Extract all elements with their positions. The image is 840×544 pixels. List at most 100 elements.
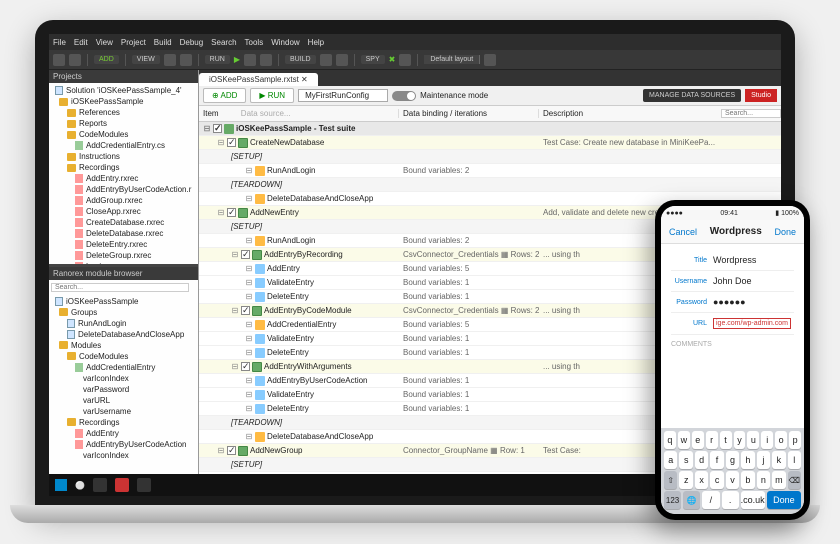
key-p[interactable]: p — [789, 431, 801, 449]
num-key[interactable]: 123 — [664, 491, 681, 509]
suite-add-button[interactable]: ⊕ ADD — [203, 88, 246, 103]
key-w[interactable]: w — [678, 431, 690, 449]
browser-tree[interactable]: iOSKeePassSampleGroupsRunAndLoginDeleteD… — [49, 294, 198, 475]
start-button[interactable] — [55, 479, 67, 491]
col-item[interactable]: Item — [203, 109, 219, 118]
st-row[interactable]: [TEARDOWN] — [199, 178, 781, 192]
recordings-node[interactable]: Recordings — [51, 417, 196, 428]
delete-key[interactable]: ⌫ — [788, 471, 801, 489]
view-icon[interactable] — [164, 54, 176, 66]
recording-file[interactable]: DeleteDatabase.rxrec — [51, 228, 196, 239]
grid-search[interactable] — [721, 109, 781, 118]
key-y[interactable]: y — [734, 431, 746, 449]
nav-fwd-icon[interactable] — [69, 54, 81, 66]
module-item[interactable]: AddEntry — [51, 428, 196, 439]
manage-data-sources-button[interactable]: MANAGE DATA SOURCES — [643, 89, 741, 102]
menu-debug[interactable]: Debug — [180, 38, 204, 47]
view-icon[interactable] — [180, 54, 192, 66]
menu-search[interactable]: Search — [211, 38, 236, 47]
recording-file[interactable]: AddEntry.rxrec — [51, 173, 196, 184]
cs-file[interactable]: AddCredentialEntry.cs — [51, 140, 196, 151]
key-t[interactable]: t — [720, 431, 732, 449]
menu-build[interactable]: Build — [154, 38, 172, 47]
checkbox[interactable] — [227, 208, 236, 217]
menu-help[interactable]: Help — [308, 38, 324, 47]
taskbar-app[interactable] — [137, 478, 151, 492]
codemodules-node[interactable]: CodeModules — [51, 351, 196, 362]
taskbar-app[interactable] — [93, 478, 107, 492]
key-c[interactable]: c — [710, 471, 723, 489]
solution-node[interactable]: Solution 'iOSKeePassSample_4' — [51, 85, 196, 96]
key-u[interactable]: u — [747, 431, 759, 449]
url-row[interactable]: URLige.com/wp-admin.com — [671, 313, 794, 335]
instructions-node[interactable]: Instructions — [51, 151, 196, 162]
key-x[interactable]: x — [695, 471, 708, 489]
key-j[interactable]: j — [757, 451, 770, 469]
recording-file[interactable]: CloseApp.rxrec — [51, 206, 196, 217]
form-row[interactable]: UsernameJohn Doe — [671, 271, 794, 292]
project-node[interactable]: iOSKeePassSample — [51, 96, 196, 107]
key-s[interactable]: s — [679, 451, 692, 469]
recording-file[interactable]: AddGroup.rxrec — [51, 195, 196, 206]
build-icon[interactable] — [336, 54, 348, 66]
spy-icon[interactable] — [399, 54, 411, 66]
checkbox[interactable] — [213, 124, 222, 133]
recording-file[interactable]: DeleteGroup.rxrec — [51, 250, 196, 261]
col-binding[interactable]: Data binding / iterations — [399, 109, 539, 118]
checkbox[interactable] — [241, 362, 250, 371]
st-row[interactable]: [SETUP] — [199, 150, 781, 164]
menu-file[interactable]: File — [53, 38, 66, 47]
menu-bar[interactable]: FileEditViewProjectBuildDebugSearchTools… — [49, 34, 781, 50]
menu-tools[interactable]: Tools — [245, 38, 264, 47]
key-a[interactable]: a — [664, 451, 677, 469]
menu-window[interactable]: Window — [271, 38, 299, 47]
checkbox[interactable] — [227, 138, 236, 147]
taskbar-app[interactable] — [115, 478, 129, 492]
key-d[interactable]: d — [695, 451, 708, 469]
key-o[interactable]: o — [775, 431, 787, 449]
module-item[interactable]: AddCredentialEntry — [51, 362, 196, 373]
browser-search[interactable] — [51, 283, 189, 292]
add-dropdown[interactable]: ADD — [94, 55, 119, 64]
view-dropdown[interactable]: VIEW — [132, 55, 160, 64]
shift-key[interactable]: ⇧ — [664, 471, 677, 489]
suite-row[interactable]: ⊟iOSKeePassSample - Test suite — [199, 122, 781, 136]
key-b[interactable]: b — [741, 471, 754, 489]
key-n[interactable]: n — [757, 471, 770, 489]
play-icon[interactable]: ▶ — [234, 55, 240, 64]
cancel-button[interactable]: Cancel — [669, 227, 697, 237]
recording-file[interactable]: DeleteEntry.rxrec — [51, 239, 196, 250]
projects-tree[interactable]: Solution 'iOSKeePassSample_4'iOSKeePassS… — [49, 83, 198, 264]
variable-item[interactable]: varIconIndex — [51, 450, 196, 461]
key-h[interactable]: h — [741, 451, 754, 469]
col-desc[interactable]: Description — [539, 109, 721, 118]
key-z[interactable]: z — [679, 471, 692, 489]
uk-key[interactable]: .co.uk — [741, 491, 765, 509]
group-item[interactable]: DeleteDatabaseAndCloseApp — [51, 329, 196, 340]
globe-key[interactable]: 🌐 — [683, 491, 700, 509]
variable-item[interactable]: varURL — [51, 395, 196, 406]
build-icon[interactable] — [320, 54, 332, 66]
browser-root[interactable]: iOSKeePassSample — [51, 296, 196, 307]
recordings-node[interactable]: Recordings — [51, 162, 196, 173]
run-config-select[interactable]: MyFirstRunConfig — [298, 89, 388, 102]
key-e[interactable]: e — [692, 431, 704, 449]
slash-key[interactable]: / — [702, 491, 719, 509]
reports-node[interactable]: Reports — [51, 118, 196, 129]
col-ds[interactable]: Data source... — [241, 109, 291, 118]
recording-file[interactable]: AddEntryByUserCodeAction.r — [51, 184, 196, 195]
checkbox[interactable] — [241, 250, 250, 259]
key-v[interactable]: v — [726, 471, 739, 489]
search-icon[interactable]: ⚪ — [75, 481, 85, 490]
stop-icon[interactable] — [260, 54, 272, 66]
key-f[interactable]: f — [710, 451, 723, 469]
pause-icon[interactable] — [244, 54, 256, 66]
module-item[interactable]: AddEntryByUserCodeAction — [51, 439, 196, 450]
menu-edit[interactable]: Edit — [74, 38, 88, 47]
keyboard-done[interactable]: Done — [767, 491, 801, 509]
checkbox[interactable] — [241, 306, 250, 315]
form-row[interactable]: TitleWordpress — [671, 250, 794, 271]
checkbox[interactable] — [227, 446, 236, 455]
references-node[interactable]: References — [51, 107, 196, 118]
key-g[interactable]: g — [726, 451, 739, 469]
